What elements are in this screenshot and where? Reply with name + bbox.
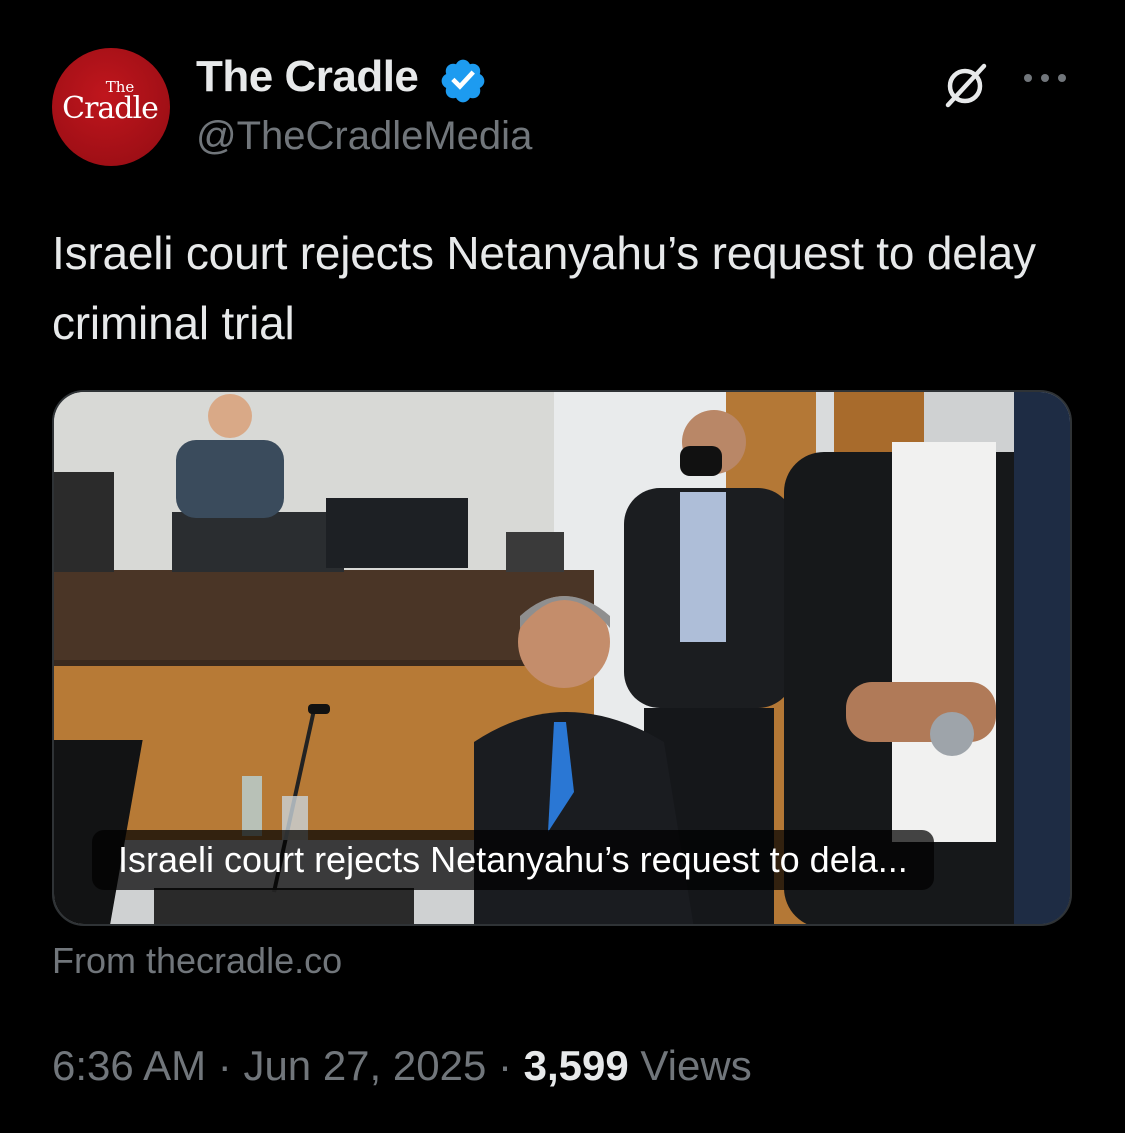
avatar[interactable]: The Cradle — [52, 48, 170, 166]
link-card-caption: Israeli court rejects Netanyahu’s reques… — [92, 830, 934, 890]
grok-icon[interactable] — [938, 56, 994, 112]
link-source[interactable]: From thecradle.co — [52, 940, 342, 982]
tweet-date[interactable]: Jun 27, 2025 — [243, 1042, 486, 1089]
author-display-name[interactable]: The Cradle — [196, 52, 419, 102]
author-handle[interactable]: @TheCradleMedia — [196, 114, 532, 159]
more-options-icon[interactable] — [1020, 68, 1070, 88]
meta-separator: · — [206, 1042, 244, 1089]
tweet-meta: 6:36 AM · Jun 27, 2025 · 3,599 Views — [52, 1042, 752, 1090]
link-card[interactable]: Israeli court rejects Netanyahu’s reques… — [52, 390, 1072, 926]
the-cradle-logo: The Cradle — [62, 78, 159, 126]
views-label: Views — [628, 1042, 752, 1089]
views-count[interactable]: 3,599 — [524, 1042, 629, 1089]
tweet-time[interactable]: 6:36 AM — [52, 1042, 206, 1089]
meta-separator: · — [486, 1042, 524, 1089]
svg-text:Cradle: Cradle — [62, 91, 158, 126]
verified-badge-icon — [441, 59, 485, 103]
tweet-text: Israeli court rejects Netanyahu’s reques… — [52, 227, 1036, 349]
